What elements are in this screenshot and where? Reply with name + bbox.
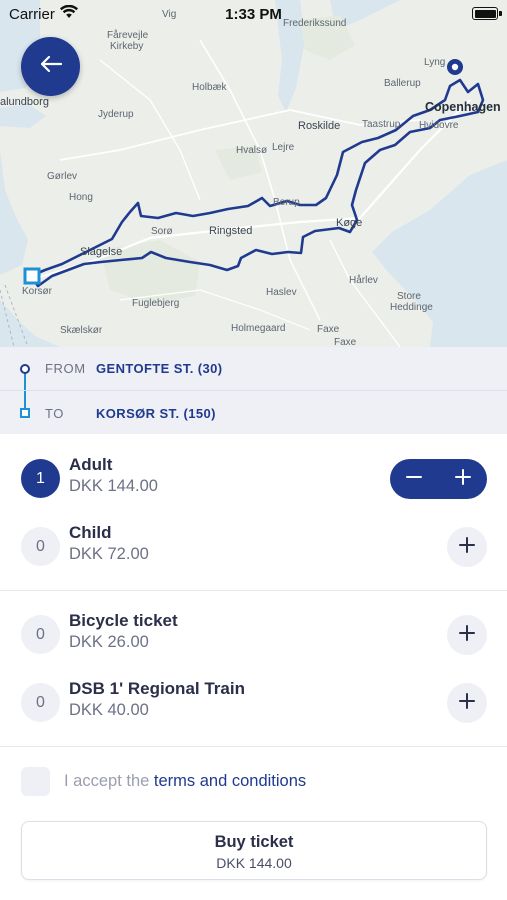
map-label: Haslev — [266, 287, 297, 298]
map-label: Skælskør — [60, 325, 103, 336]
map-label: Hvalsø — [236, 145, 268, 156]
map-label: Gørlev — [47, 171, 77, 182]
map-label: Kirkeby — [110, 41, 144, 52]
terms-text: I accept the terms and conditions — [64, 772, 306, 791]
from-station: GENTOFTE ST. (30) — [96, 361, 223, 376]
map-label: Ringsted — [209, 225, 253, 237]
plus-icon — [459, 692, 475, 714]
route-map[interactable]: Vig Frederikssund Fårevejle Kirkeby Lyng… — [0, 0, 507, 347]
ticket-name: Bicycle ticket — [69, 611, 178, 630]
map-label: Ballerup — [384, 78, 421, 89]
map-label: Holmegaard — [231, 323, 286, 334]
map-label: Lyng — [424, 57, 446, 68]
ticket-count-badge: 0 — [21, 683, 60, 722]
ticket-row-bicycle: 0 Bicycle ticket DKK 26.00 — [0, 605, 507, 665]
map-label: Sorø — [151, 226, 173, 237]
plus-icon — [455, 468, 471, 490]
map-label: Lejre — [272, 142, 295, 153]
map-label: Store — [397, 291, 421, 302]
map-label: Holbæk — [192, 82, 227, 93]
divider — [0, 746, 507, 747]
map-label: Heddinge — [390, 302, 433, 313]
battery-icon — [472, 7, 502, 20]
map-label: Køge — [336, 217, 363, 229]
map-label: Slagelse — [80, 246, 123, 258]
ticket-price: DKK 72.00 — [69, 545, 149, 563]
back-button[interactable] — [21, 37, 80, 96]
back-arrow-icon — [39, 54, 63, 79]
map-label: Fårevejle — [107, 30, 149, 41]
from-label: FROM — [45, 361, 86, 376]
increase-button[interactable] — [439, 459, 487, 499]
add-first-class-button[interactable] — [447, 683, 487, 723]
plus-icon — [459, 624, 475, 646]
map-label: Jyderup — [98, 109, 134, 120]
map-label: Borup — [273, 197, 300, 208]
ticket-name: DSB 1' Regional Train — [69, 679, 245, 698]
buy-ticket-button[interactable]: Buy ticket DKK 144.00 — [21, 821, 487, 880]
ticket-count-badge: 0 — [21, 527, 60, 566]
terms-prefix: I accept the — [64, 772, 154, 790]
ticket-row-child: 0 Child DKK 72.00 — [0, 517, 507, 577]
route-summary: FROM GENTOFTE ST. (30) TO KORSØR ST. (15… — [0, 347, 507, 434]
map-label: Faxe — [334, 337, 357, 348]
ticket-price: DKK 26.00 — [69, 633, 149, 651]
ticket-count-badge: 0 — [21, 615, 60, 654]
to-station: KORSØR ST. (150) — [96, 405, 216, 421]
map-label: Hårlev — [349, 275, 378, 286]
route-from-row[interactable]: FROM GENTOFTE ST. (30) — [0, 347, 507, 391]
map-label: Copenhagen — [425, 100, 501, 114]
map-label: Hvidovre — [419, 120, 459, 131]
add-child-button[interactable] — [447, 527, 487, 567]
status-time: 1:33 PM — [225, 6, 282, 23]
map-label: Korsør — [22, 286, 52, 297]
decrease-button[interactable] — [390, 459, 438, 499]
buy-price: DKK 144.00 — [216, 855, 292, 871]
map-label: Fuglebjerg — [132, 298, 180, 309]
divider — [0, 590, 507, 591]
ticket-price: DKK 144.00 — [69, 477, 158, 495]
quantity-stepper[interactable] — [390, 459, 487, 499]
minus-icon — [406, 469, 422, 490]
ticket-row-first-class: 0 DSB 1' Regional Train DKK 40.00 — [0, 673, 507, 733]
terms-checkbox[interactable] — [21, 767, 50, 796]
to-label: TO — [45, 405, 65, 421]
plus-icon — [459, 536, 475, 558]
ticket-name: Child — [69, 523, 112, 542]
ticket-count-badge: 1 — [21, 459, 60, 498]
map-label: Faxe — [317, 324, 340, 335]
buy-label: Buy ticket — [214, 833, 294, 851]
map-label: alundborg — [0, 96, 49, 108]
map-label: Roskilde — [298, 120, 341, 132]
status-bar: Carrier 1:33 PM — [0, 0, 507, 28]
add-bicycle-button[interactable] — [447, 615, 487, 655]
route-to-row[interactable]: TO KORSØR ST. (150) — [0, 391, 507, 435]
ticket-price: DKK 40.00 — [69, 701, 149, 719]
ticket-name: Adult — [69, 455, 113, 474]
ticket-row-adult: 1 Adult DKK 144.00 — [0, 449, 507, 509]
map-label: Taastrup — [362, 119, 401, 130]
map-end-marker — [23, 267, 41, 285]
map-label: Hong — [69, 192, 93, 203]
terms-link[interactable]: terms and conditions — [154, 772, 306, 790]
